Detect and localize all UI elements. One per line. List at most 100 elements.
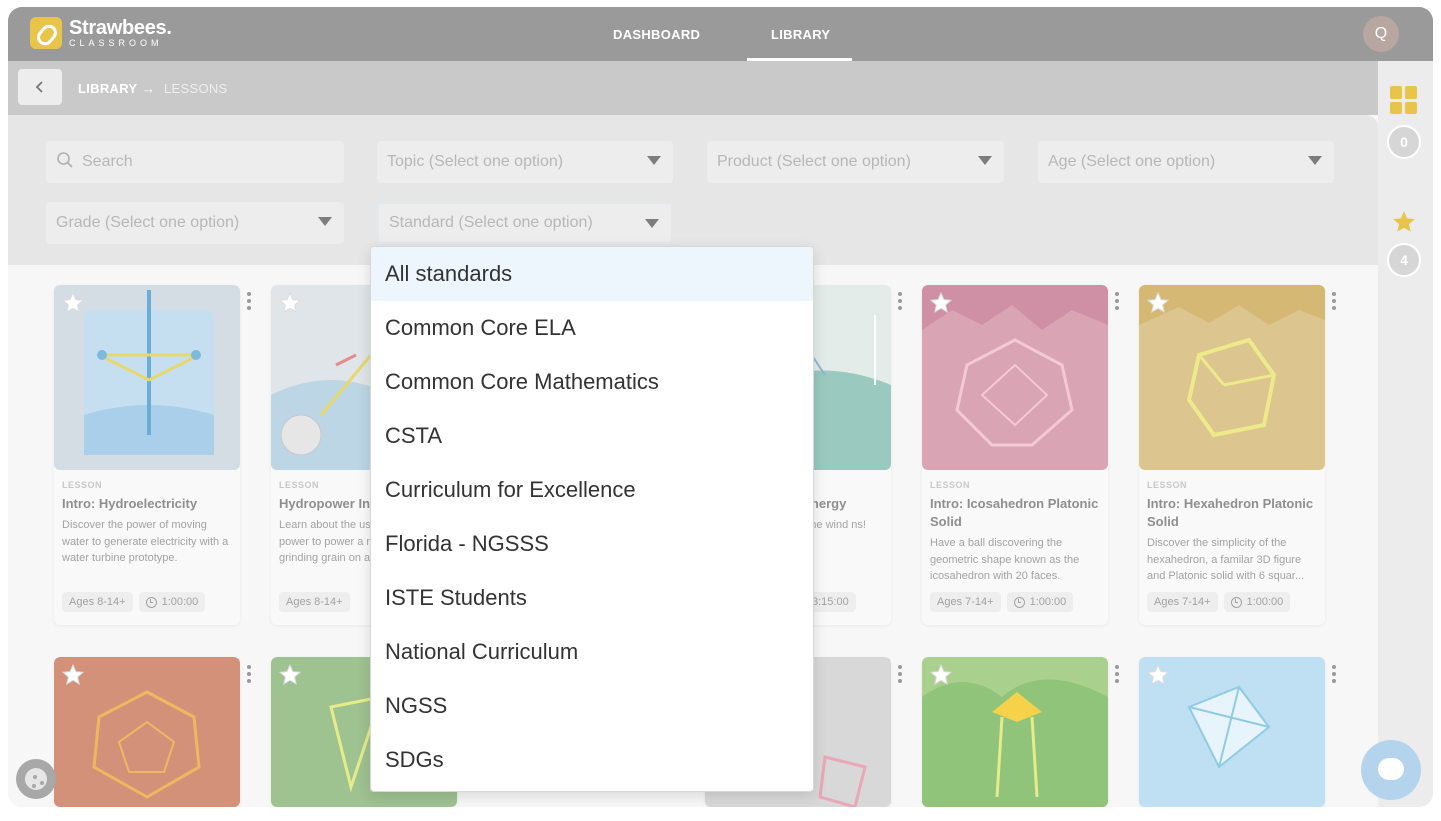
dropdown-option-common-core-math[interactable]: Common Core Mathematics [371,355,813,409]
star-outline-icon[interactable] [929,663,953,687]
star-outline-icon[interactable] [278,663,302,687]
card-title: Intro: Hydroelectricity [62,496,198,511]
more-options-icon[interactable] [1115,665,1119,683]
dropdown-option-iste-students[interactable]: ISTE Students [371,571,813,625]
more-options-icon[interactable] [898,665,902,683]
nav-library[interactable]: LIBRARY [771,27,830,42]
chat-widget-icon[interactable] [1361,740,1421,800]
card-description: Discover the simplicity of the hexahedro… [1147,537,1305,582]
star-outline-icon[interactable] [1146,291,1170,315]
card-tags: Ages 8-14+ [279,592,350,612]
caret-down-icon [647,156,661,165]
lesson-card[interactable] [922,657,1108,807]
lesson-thumbnail [54,657,240,807]
duration-tag: 1:00:00 [1223,592,1291,612]
favorites-count-badge[interactable]: 4 [1387,243,1421,277]
lesson-thumbnail [1139,285,1325,470]
cookie-settings-icon[interactable] [16,759,56,799]
duration-tag: 1:00:00 [138,592,206,612]
clock-icon [1230,596,1242,608]
card-type-label: LESSON [279,480,320,490]
caret-down-icon [978,156,992,165]
more-options-icon[interactable] [1115,292,1119,310]
card-description: Learn about the us power to power a r gr… [279,519,371,564]
topic-select[interactable]: Topic (Select one option) [377,141,673,183]
lesson-thumbnail [922,657,1108,807]
standard-select-label: Standard (Select one option) [389,214,593,231]
caret-down-icon [645,219,659,228]
breadcrumb-lessons: LESSONS [164,81,228,96]
age-select[interactable]: Age (Select one option) [1038,141,1334,183]
card-description: Discover the power of moving water to ge… [62,519,229,564]
age-tag: Ages 7-14+ [1147,592,1218,612]
lesson-card[interactable]: LESSON Intro: Hydroelectricity Discover … [54,285,240,625]
dropdown-option-common-core-ela[interactable]: Common Core ELA [371,301,813,355]
age-tag: Ages 8-14+ [279,592,350,612]
lesson-thumbnail [922,285,1108,470]
search-input[interactable]: Search [46,141,344,183]
lesson-card[interactable]: LESSON Intro: Hexahedron Platonic Solid … [1139,285,1325,625]
top-nav: Strawbees. CLASSROOM DASHBOARD LIBRARY Q [8,7,1433,61]
breadcrumb-arrow-icon: → [142,81,156,96]
saved-count-badge[interactable]: 0 [1387,125,1421,159]
age-tag: Ages 8-14+ [62,592,133,612]
logo[interactable]: Strawbees. CLASSROOM [30,17,172,49]
dropdown-option-curriculum-for-excellence[interactable]: Curriculum for Excellence [371,463,813,517]
search-placeholder: Search [82,153,133,170]
lesson-card[interactable] [1139,657,1325,807]
card-tags: Ages 7-14+ 1:00:00 [1147,592,1291,612]
star-outline-icon[interactable] [61,663,85,687]
right-rail: 0 4 [1378,61,1433,807]
duration-value: 1:00:00 [161,596,199,608]
card-title: Intro: Hexahedron Platonic Solid [1147,496,1314,529]
breadcrumb-library[interactable]: LIBRARY [78,81,137,96]
topic-select-label: Topic (Select one option) [387,153,564,170]
star-outline-icon[interactable] [61,291,85,315]
grid-icon[interactable] [1390,86,1418,114]
dropdown-option-sdgs[interactable]: SDGs [371,733,813,787]
clock-icon [145,596,157,608]
more-options-icon[interactable] [247,292,251,310]
dropdown-option-national-curriculum[interactable]: National Curriculum [371,625,813,679]
standard-dropdown-menu: All standards Common Core ELA Common Cor… [370,246,814,792]
nav-dashboard[interactable]: DASHBOARD [613,27,700,42]
grade-select[interactable]: Grade (Select one option) [46,202,344,244]
lesson-card[interactable]: LESSON Intro: Icosahedron Platonic Solid… [922,285,1108,625]
star-outline-icon[interactable] [278,291,302,315]
clock-icon [1013,596,1025,608]
avatar[interactable]: Q [1363,16,1399,52]
star-outline-icon[interactable] [929,291,953,315]
card-type-label: LESSON [62,480,103,490]
more-options-icon[interactable] [1332,292,1336,310]
dropdown-option-all-standards[interactable]: All standards [371,247,813,301]
lesson-card[interactable] [54,657,240,807]
card-type-label: LESSON [930,480,971,490]
age-select-label: Age (Select one option) [1048,153,1216,170]
dropdown-option-csta[interactable]: CSTA [371,409,813,463]
breadcrumb: LIBRARY → LESSONS [8,61,1378,115]
back-button[interactable] [18,69,62,105]
card-description: Have a ball discovering the geometric sh… [930,537,1080,582]
more-options-icon[interactable] [898,292,902,310]
caret-down-icon [318,217,332,226]
lesson-thumbnail [1139,657,1325,807]
more-options-icon[interactable] [1332,665,1336,683]
dropdown-option-florida-ngsss[interactable]: Florida - NGSSS [371,517,813,571]
lesson-thumbnail [54,285,240,470]
star-outline-icon[interactable] [1146,663,1170,687]
standard-select[interactable]: Standard (Select one option) [377,202,673,244]
brand-subtitle: CLASSROOM [69,38,163,48]
more-options-icon[interactable] [247,665,251,683]
card-tags: Ages 8-14+ 1:00:00 [62,592,206,612]
duration-value: 1:00:00 [1246,596,1284,608]
chevron-left-icon [35,81,43,93]
dropdown-option-ngss[interactable]: NGSS [371,679,813,733]
age-tag: Ages 7-14+ [930,592,1001,612]
search-icon [57,152,73,168]
product-select[interactable]: Product (Select one option) [707,141,1004,183]
product-select-label: Product (Select one option) [717,153,911,170]
duration-tag: 1:00:00 [1006,592,1074,612]
star-icon[interactable] [1391,209,1417,235]
grade-select-label: Grade (Select one option) [56,214,240,231]
brand-name: Strawbees. [69,17,172,39]
